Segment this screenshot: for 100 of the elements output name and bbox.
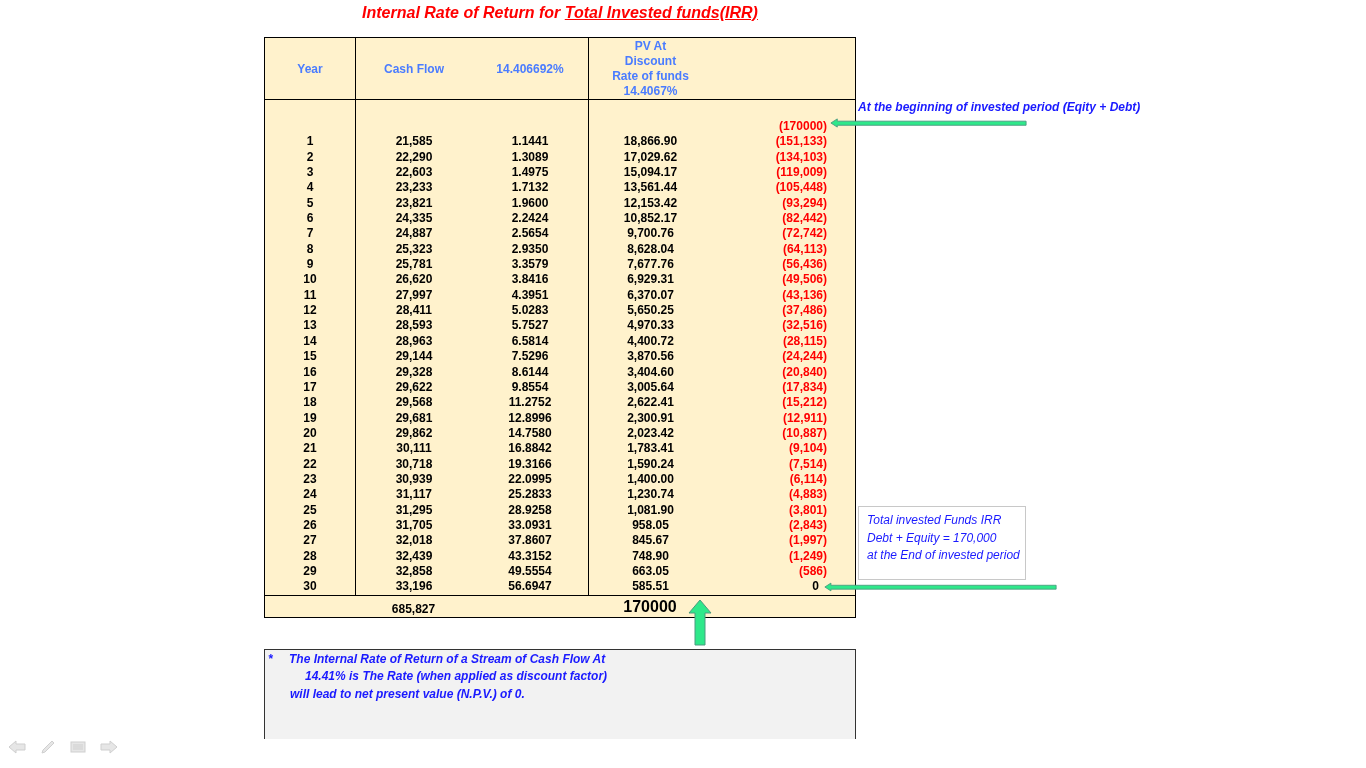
table-cell: 1.9600 — [511, 195, 549, 210]
table-cell: 23,821 — [395, 195, 433, 210]
table-cell: 22 — [303, 456, 317, 471]
table-cell: 3,870.56 — [627, 349, 674, 364]
table-cell: 4,970.33 — [627, 318, 674, 333]
table-cell: 958.05 — [632, 517, 669, 532]
table-cell: 6 — [306, 211, 314, 226]
table-cell: 29,862 — [395, 425, 433, 440]
table-cell: 56.6947 — [508, 579, 552, 594]
table-cell: (151,133) — [775, 134, 827, 149]
table-cell: (20,840) — [782, 364, 827, 379]
table-cell: 21,585 — [395, 134, 433, 149]
table-cell: 7 — [306, 226, 314, 241]
back-arrow-icon[interactable] — [8, 740, 26, 754]
table-cell: 10 — [303, 272, 317, 287]
table-cell: 8.6144 — [511, 364, 549, 379]
table-cell: 2,023.42 — [627, 425, 674, 440]
table-cell: 29,568 — [395, 395, 433, 410]
table-cell: (28,115) — [782, 333, 827, 348]
table-cell: 3,404.60 — [627, 364, 674, 379]
table-cell: 29,328 — [395, 364, 433, 379]
table-cell: 4.3951 — [511, 287, 549, 302]
table-cell: 13,561.44 — [623, 180, 678, 195]
table-cell: 27 — [303, 533, 317, 548]
table-cell: 33.0931 — [508, 517, 552, 532]
annotation-line: Debt + Equity = 170,000 — [867, 529, 997, 547]
table-cell: 1 — [306, 134, 314, 149]
table-cell: (49,506) — [782, 272, 827, 287]
table-cell: 845.67 — [632, 533, 669, 548]
table-cell: (56,436) — [782, 257, 827, 272]
up-arrow — [688, 599, 712, 646]
table-cell: 24,335 — [395, 211, 433, 226]
table-cell: 28,963 — [395, 333, 433, 348]
total-cell: 170000 — [623, 597, 677, 615]
table-cell: 6,370.07 — [627, 287, 674, 302]
pen-icon[interactable] — [40, 739, 56, 755]
table-cell: 20 — [303, 425, 317, 440]
table-cell: 25,781 — [395, 257, 433, 272]
table-cell: 8,628.04 — [627, 241, 674, 256]
table-cell: 29,622 — [395, 379, 433, 394]
table-cell: 3.8416 — [511, 272, 549, 287]
table-cell: 3 — [306, 165, 314, 180]
table-cell: (64,113) — [782, 241, 827, 256]
table-cell: 28.9258 — [508, 502, 552, 517]
table-cell: (43,136) — [782, 287, 827, 302]
table-cell: 31,117 — [395, 487, 432, 502]
column-header: Year — [297, 61, 323, 76]
table-cell: 3,005.64 — [627, 379, 674, 394]
note-marker: * — [267, 650, 274, 668]
table-cell: 14 — [303, 333, 317, 348]
table-cell: 11.2752 — [508, 395, 552, 410]
table-cell: 22,290 — [395, 149, 433, 164]
table-cell: 18,866.90 — [623, 134, 678, 149]
table-cell: 25 — [303, 502, 317, 517]
table-cell: 30,939 — [395, 471, 433, 486]
table-cell: 24 — [303, 487, 317, 502]
table-cell: 0 — [812, 579, 819, 594]
annotation-line: at the End of invested period — [867, 547, 1020, 564]
table-cell: 12,153.42 — [623, 195, 678, 210]
table-cell: (3,801) — [788, 502, 827, 517]
table-cell: (93,294) — [782, 195, 827, 210]
table-cell: 49.5554 — [508, 563, 552, 578]
table-cell: 31,705 — [395, 517, 433, 532]
table-cell: 18 — [303, 395, 317, 410]
table-cell: (17,834) — [782, 379, 827, 394]
table-cell: (2,843) — [788, 517, 827, 532]
table-cell: (15,212) — [782, 395, 827, 410]
table-cell: 4,400.72 — [627, 333, 674, 348]
table-cell: (9,104) — [788, 441, 827, 456]
table-cell: 16 — [303, 364, 317, 379]
table-cell: 30 — [303, 579, 317, 594]
table-cell: (32,516) — [782, 318, 827, 333]
column-header: PV At Discount Rate of funds 14.4067% — [612, 38, 689, 99]
table-cell: 28 — [303, 548, 317, 563]
table-cell: 29,144 — [395, 349, 433, 364]
table-cell: 1,081.90 — [627, 502, 674, 517]
table-cell: 17 — [303, 379, 317, 394]
table-cell: 22,603 — [395, 165, 433, 180]
table-cell: 25,323 — [395, 241, 433, 256]
table-cell: 1.1441 — [511, 134, 549, 149]
table-cell: 585.51 — [632, 579, 669, 594]
table-cell: 5 — [306, 195, 314, 210]
table-cell: 19 — [303, 410, 317, 425]
table-cell: 15,094.17 — [623, 165, 678, 180]
table-cell: 37.8607 — [508, 533, 552, 548]
table-cell: 1,590.24 — [627, 456, 674, 471]
table-cell: 6.5814 — [511, 333, 549, 348]
table-cell: 32,018 — [395, 533, 433, 548]
table-cell: 748.90 — [632, 548, 669, 563]
table-cell: 1.4975 — [511, 165, 549, 180]
table-cell: 14.7580 — [508, 425, 552, 440]
table-cell: 23,233 — [395, 180, 433, 195]
table-cell: (72,742) — [782, 226, 827, 241]
menu-icon[interactable] — [70, 741, 86, 753]
table-cell: (170000) — [778, 119, 827, 133]
table-cell: 23 — [303, 471, 317, 486]
forward-arrow-icon[interactable] — [100, 740, 118, 754]
table-cell: 28,593 — [395, 318, 433, 333]
table-cell: 25.2833 — [508, 487, 552, 502]
table-cell: 30,718 — [395, 456, 433, 471]
